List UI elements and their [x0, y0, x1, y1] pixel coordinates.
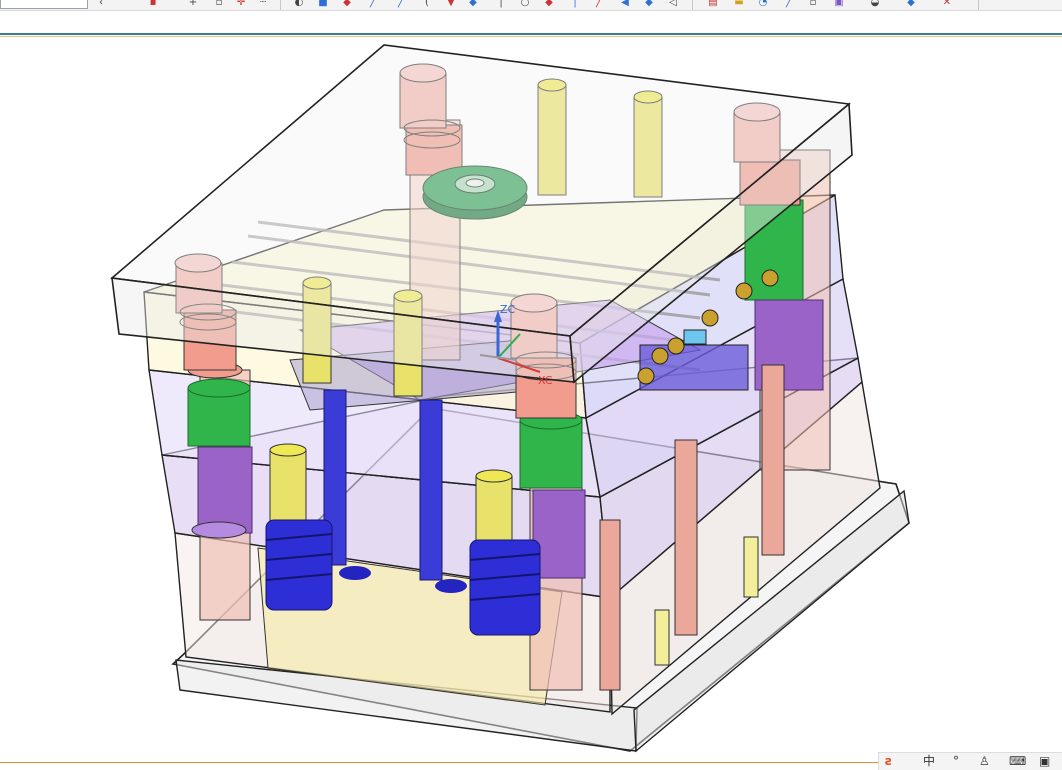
mesh-icon[interactable]: ▼ [444, 0, 458, 8]
layer-icon[interactable]: ◆ [466, 0, 480, 8]
curve-icon[interactable]: ╱ [394, 0, 408, 8]
point-icon[interactable]: ◆ [542, 0, 556, 8]
snap-icon[interactable]: ▪ [146, 0, 160, 8]
reverse-icon[interactable]: ◁ [666, 0, 680, 8]
export-icon[interactable]: ▣ [832, 0, 846, 8]
trim-icon[interactable]: ╱ [366, 0, 380, 8]
settings-icon[interactable]: ◒ [868, 0, 882, 8]
top-toolbar: ‹ ▪ + ▫ ✛ ┈ ◐ ■ ◆ ╱ ╱ ( ▼ ◆ │ ○ ◆ │ ╱ ◀ … [0, 0, 1062, 11]
z-axis-label: ZC [500, 303, 516, 316]
copy-icon[interactable]: ▫ [806, 0, 820, 8]
user-icon[interactable]: ♙ [979, 754, 990, 769]
view-cube-icon[interactable]: ◐ [292, 0, 306, 8]
punctuation-icon[interactable]: ° [953, 754, 959, 769]
grid-icon[interactable]: + [186, 0, 200, 8]
close-view-icon[interactable]: ✕ [940, 0, 954, 8]
render-mode-icon[interactable]: ■ [316, 0, 330, 8]
system-tray: ƨ 中 ° ♙ ⌨ ▣ [878, 752, 1062, 770]
arc-icon[interactable]: ( [420, 0, 434, 8]
select-icon[interactable]: ◆ [340, 0, 354, 8]
back-icon[interactable]: ‹ [94, 0, 108, 8]
mold-assembly-model[interactable]: ZC XC [0, 38, 1062, 760]
refresh-icon[interactable]: ◔ [756, 0, 770, 8]
arrow-icon[interactable]: ◆ [642, 0, 656, 8]
command-finder-field[interactable] [0, 0, 88, 9]
line-icon[interactable]: │ [494, 0, 508, 8]
circle-icon[interactable]: ○ [518, 0, 532, 8]
assembly-icon[interactable]: ▤ [706, 0, 720, 8]
notification-icon[interactable]: ▣ [1039, 754, 1050, 769]
graphics-viewport[interactable]: ZC XC [0, 38, 1062, 760]
part-icon[interactable]: ◆ [904, 0, 918, 8]
target-icon[interactable]: ✛ [234, 0, 248, 8]
ime-indicator[interactable]: 中 [923, 754, 935, 769]
flag-icon[interactable]: ◀ [618, 0, 632, 8]
x-axis-label: XC [538, 374, 553, 387]
axis-icon[interactable]: │ [568, 0, 582, 8]
folder-icon[interactable]: ▬ [732, 0, 746, 8]
measure-icon[interactable]: ┈ [256, 0, 270, 8]
keyboard-icon[interactable]: ⌨ [1009, 754, 1026, 769]
app-logo-icon[interactable]: ƨ [885, 754, 892, 769]
edit-icon[interactable]: ╱ [782, 0, 796, 8]
pencil-icon[interactable]: ╱ [592, 0, 606, 8]
ribbon-divider-accent [0, 36, 1062, 37]
move-icon[interactable]: ▫ [212, 0, 226, 8]
ribbon-divider [0, 33, 1062, 35]
